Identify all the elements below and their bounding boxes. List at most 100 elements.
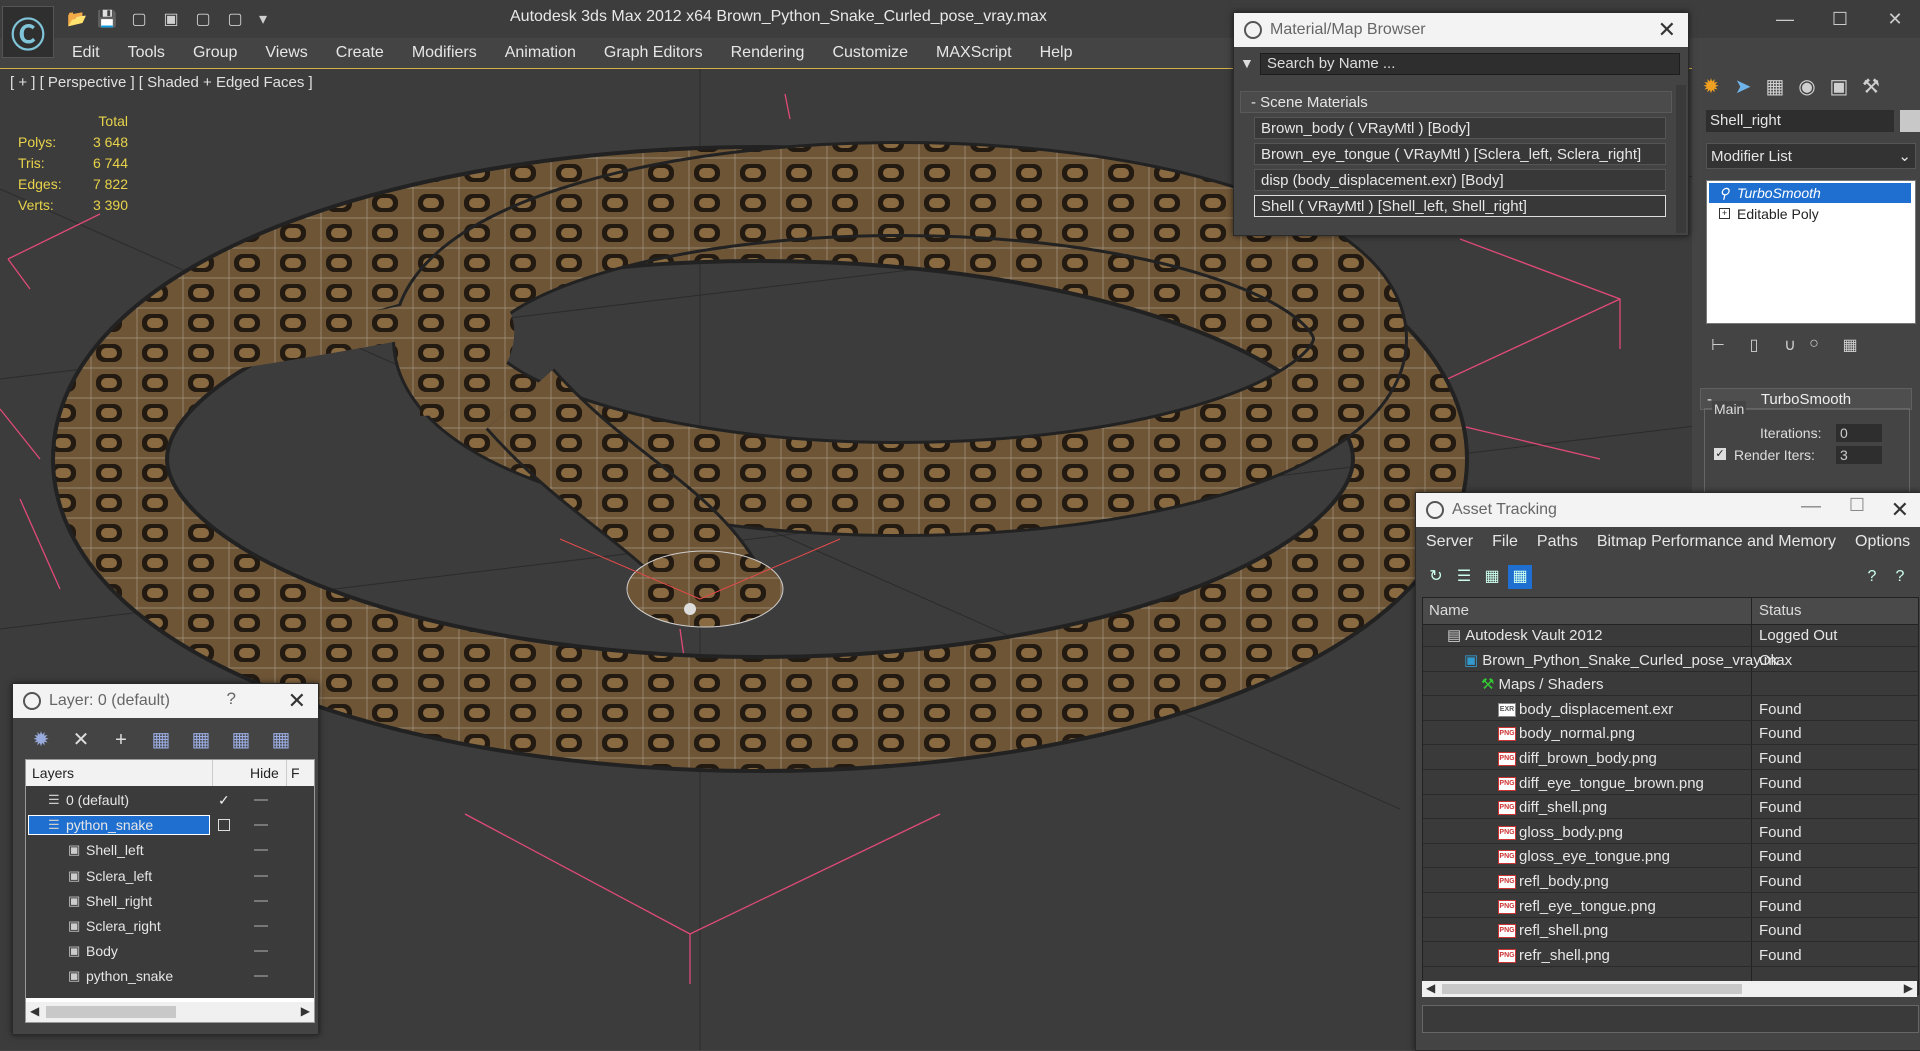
- freeze-all-icon[interactable]: ▦: [267, 726, 295, 754]
- menu-modifiers[interactable]: Modifiers: [398, 44, 491, 62]
- material-item[interactable]: Shell ( VRayMtl ) [Shell_left, Shell_rig…: [1254, 195, 1666, 217]
- column-freeze[interactable]: F: [291, 765, 300, 781]
- redo-icon[interactable]: ▣: [160, 10, 182, 30]
- scroll-thumb[interactable]: [1442, 984, 1742, 994]
- help-dropdown-icon[interactable]: ?: [1888, 565, 1912, 589]
- hold-icon[interactable]: ▢: [192, 10, 214, 30]
- asset-row[interactable]: ⚒ Maps / Shaders: [1423, 675, 1918, 697]
- hide-toggle-icon[interactable]: [254, 849, 268, 852]
- asset-row[interactable]: PNG body_normal.png Found: [1423, 724, 1918, 746]
- menu-edit[interactable]: Edit: [58, 44, 114, 62]
- scroll-left-icon[interactable]: ◀: [1426, 981, 1435, 995]
- close-icon[interactable]: ✕: [1891, 497, 1909, 523]
- material-scrollbar[interactable]: [1676, 85, 1686, 233]
- menu-group[interactable]: Group: [179, 44, 251, 62]
- asset-row[interactable]: PNG refl_body.png Found: [1423, 872, 1918, 893]
- help-icon[interactable]: ?: [1860, 565, 1884, 589]
- motion-tab-icon[interactable]: ◉: [1794, 74, 1820, 100]
- minimize-icon[interactable]: —: [1760, 4, 1810, 34]
- material-browser-titlebar[interactable]: Material/Map Browser ✕: [1234, 13, 1688, 47]
- display-tab-icon[interactable]: ▣: [1826, 74, 1852, 100]
- python-snake-model[interactable]: [51, 141, 1469, 773]
- add-selected-icon[interactable]: +: [107, 726, 135, 754]
- column-layers[interactable]: Layers: [32, 765, 74, 781]
- hide-toggle-icon[interactable]: [254, 975, 268, 978]
- hierarchy-tab-icon[interactable]: ▦: [1762, 74, 1788, 100]
- configure-sets-icon[interactable]: ▦: [1838, 335, 1862, 359]
- column-hide[interactable]: Hide: [250, 765, 279, 781]
- quick-access-dropdown-icon[interactable]: ▾: [252, 10, 274, 30]
- highlight-layer-icon[interactable]: ▦: [187, 726, 215, 754]
- menu-server[interactable]: Server: [1416, 533, 1482, 551]
- material-item[interactable]: Brown_eye_tongue ( VRayMtl ) [Sclera_lef…: [1254, 143, 1666, 165]
- asset-row[interactable]: PNG refl_eye_tongue.png Found: [1423, 897, 1918, 918]
- table-view-icon[interactable]: ▦: [1508, 565, 1532, 589]
- scroll-right-icon[interactable]: ▶: [1904, 981, 1913, 995]
- layer-row[interactable]: ☰ 0 (default) ✓: [26, 790, 314, 810]
- hide-toggle-icon[interactable]: [254, 874, 268, 877]
- menu-maxscript[interactable]: MAXScript: [922, 44, 1026, 62]
- layer-row[interactable]: ☰ python_snake: [26, 815, 314, 836]
- menu-views[interactable]: Views: [251, 44, 321, 62]
- pin-stack-icon[interactable]: ⊢: [1706, 335, 1730, 359]
- scroll-thumb[interactable]: [46, 1006, 176, 1018]
- layer-object-row[interactable]: ▣ Shell_left: [26, 840, 314, 860]
- layer-object-row[interactable]: ▣ python_snake: [26, 966, 314, 986]
- close-icon[interactable]: ✕: [288, 688, 306, 714]
- hide-toggle-icon[interactable]: [254, 799, 268, 801]
- remove-modifier-icon[interactable]: ○: [1802, 335, 1826, 359]
- stack-item-turbosmooth[interactable]: ⚲ TurboSmooth: [1709, 183, 1911, 203]
- menu-rendering[interactable]: Rendering: [717, 44, 819, 62]
- show-end-result-icon[interactable]: ▯: [1742, 335, 1766, 359]
- app-logo[interactable]: Ⓒ: [2, 6, 54, 58]
- layer-object-row[interactable]: ▣ Shell_right: [26, 891, 314, 911]
- column-name[interactable]: Name: [1429, 602, 1469, 619]
- asset-row[interactable]: PNG gloss_body.png Found: [1423, 823, 1918, 844]
- asset-row[interactable]: PNG refr_shell.png Found: [1423, 946, 1918, 967]
- hide-toggle-icon[interactable]: [254, 899, 268, 902]
- fetch-icon[interactable]: ▢: [224, 10, 246, 30]
- layer-manager-titlebar[interactable]: Layer: 0 (default) ? ✕: [13, 684, 318, 718]
- scroll-left-icon[interactable]: ◀: [30, 1004, 39, 1018]
- layer-object-row[interactable]: ▣ Sclera_right: [26, 916, 314, 936]
- material-item[interactable]: disp (body_displacement.exr) [Body]: [1254, 169, 1666, 191]
- current-layer-check-icon[interactable]: ✓: [218, 790, 230, 810]
- asset-tracking-titlebar[interactable]: Asset Tracking — ☐ ✕: [1416, 493, 1920, 527]
- scene-materials-header[interactable]: - Scene Materials: [1240, 91, 1672, 113]
- help-icon[interactable]: ?: [227, 689, 236, 709]
- menu-help[interactable]: Help: [1026, 44, 1087, 62]
- create-tab-icon[interactable]: ✹: [1698, 74, 1724, 100]
- menu-paths[interactable]: Paths: [1527, 533, 1587, 551]
- menu-options[interactable]: Options: [1845, 533, 1919, 551]
- menu-bitmap-performance[interactable]: Bitmap Performance and Memory: [1587, 533, 1845, 551]
- list-view-icon[interactable]: ☰: [1452, 565, 1476, 589]
- layer-horizontal-scrollbar[interactable]: ◀ ▶: [26, 1002, 314, 1022]
- expand-icon[interactable]: +: [1719, 208, 1730, 219]
- menu-graph-editors[interactable]: Graph Editors: [590, 44, 717, 62]
- asset-row[interactable]: EXR body_displacement.exr Found: [1423, 700, 1918, 721]
- material-search-input[interactable]: Search by Name ...: [1260, 53, 1680, 75]
- close-icon[interactable]: ✕: [1658, 17, 1676, 43]
- layer-object-row[interactable]: ▣ Body: [26, 941, 314, 961]
- asset-row[interactable]: ▤ Autodesk Vault 2012 Logged Out: [1423, 626, 1918, 647]
- set-current-layer-icon[interactable]: [218, 819, 230, 832]
- object-name-field[interactable]: Shell_right: [1706, 110, 1894, 132]
- render-iters-spinner[interactable]: 3: [1836, 446, 1882, 464]
- create-layer-icon[interactable]: ✹: [27, 726, 55, 754]
- column-status[interactable]: Status: [1759, 602, 1802, 619]
- scroll-right-icon[interactable]: ▶: [301, 1004, 310, 1018]
- menu-file[interactable]: File: [1482, 533, 1527, 551]
- layer-object-row[interactable]: ▣ Sclera_left: [26, 866, 314, 886]
- hide-toggle-icon[interactable]: [254, 925, 268, 927]
- delete-layer-icon[interactable]: ✕: [67, 726, 95, 754]
- iterations-spinner[interactable]: 0: [1836, 424, 1882, 442]
- asset-row[interactable]: PNG diff_eye_tongue_brown.png Found: [1423, 774, 1918, 795]
- maximize-icon[interactable]: ☐: [1815, 4, 1865, 34]
- modify-tab-icon[interactable]: ➤: [1730, 74, 1756, 100]
- select-objects-icon[interactable]: ▦: [147, 726, 175, 754]
- asset-path-field[interactable]: [1422, 1005, 1919, 1033]
- asset-row[interactable]: ▣ Brown_Python_Snake_Curled_pose_vray.max…: [1423, 651, 1918, 672]
- object-color-swatch[interactable]: [1900, 110, 1920, 132]
- asset-row[interactable]: PNG gloss_eye_tongue.png Found: [1423, 847, 1918, 869]
- asset-row[interactable]: PNG diff_brown_body.png Found: [1423, 749, 1918, 770]
